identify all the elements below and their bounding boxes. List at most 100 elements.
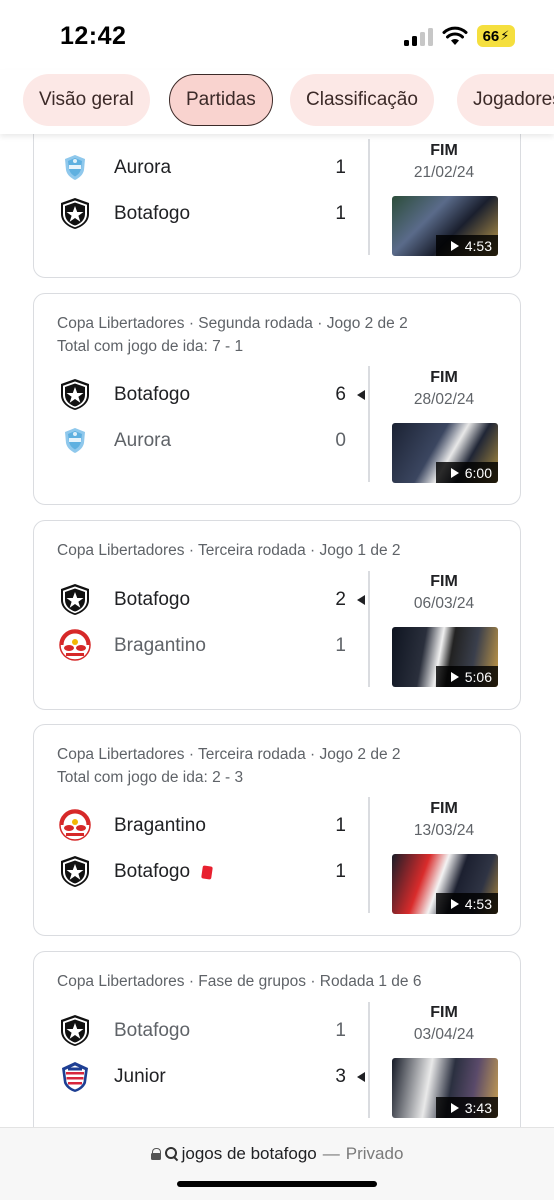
play-icon	[450, 240, 459, 251]
address-field[interactable]: jogos de botafogo — Privado	[0, 1144, 554, 1164]
tab-bar: Visão geral Partidas Classificação Jogad…	[0, 70, 554, 134]
tab-visao-geral[interactable]: Visão geral	[23, 74, 150, 126]
lock-icon	[150, 1148, 162, 1160]
aggregate-score: Total com jogo de ida: 2 - 3	[57, 769, 244, 786]
video-duration: 4:53	[436, 893, 498, 914]
team-score: 0	[335, 430, 346, 451]
team-score: 3	[335, 1066, 346, 1087]
team-score: 1	[335, 1020, 346, 1041]
match-date: 28/02/24	[413, 391, 475, 408]
clock: 12:42	[60, 22, 127, 50]
play-icon	[450, 1102, 459, 1113]
match-card[interactable]: Aurora 1 Botafogo 1 FIM 21/02/24 4:53	[33, 112, 521, 278]
match-status: FIM	[430, 142, 458, 159]
highlights-thumbnail[interactable]: 6:00	[392, 423, 498, 483]
duration-text: 6:00	[464, 464, 492, 481]
botafogo-logo-icon	[58, 854, 92, 888]
team-name: Botafogo	[114, 384, 191, 405]
home-indicator[interactable]	[177, 1181, 377, 1187]
botafogo-logo-icon	[58, 377, 92, 411]
divider	[368, 797, 370, 913]
video-duration: 3:43	[436, 1097, 498, 1118]
botafogo-logo-icon	[58, 582, 92, 616]
divider	[368, 139, 370, 255]
team-score: 1	[335, 861, 346, 882]
tab-classificacao[interactable]: Classificação	[290, 74, 434, 126]
match-card[interactable]: Copa Libertadores · Segunda rodada · Jog…	[33, 293, 521, 505]
match-header: Copa Libertadores · Fase de grupos · Rod…	[57, 973, 422, 990]
team-name: Junior	[114, 1066, 166, 1087]
match-header: Copa Libertadores · Segunda rodada · Jog…	[57, 315, 408, 332]
status-bar: 12:42 66 ⚡	[0, 0, 554, 70]
team-name: Botafogo	[114, 1020, 191, 1041]
search-query: jogos de botafogo	[181, 1144, 317, 1163]
highlights-thumbnail[interactable]: 3:43	[392, 1058, 498, 1118]
video-duration: 4:53	[436, 235, 498, 256]
match-status: FIM	[430, 573, 458, 590]
search-icon	[164, 1147, 179, 1161]
botafogo-logo-icon	[58, 1013, 92, 1047]
team-score: 1	[335, 635, 346, 656]
play-icon	[450, 467, 459, 478]
team-name: Bragantino	[114, 635, 206, 656]
divider	[368, 1002, 370, 1118]
team-name-with-card: Botafogo	[114, 860, 213, 884]
tab-partidas[interactable]: Partidas	[169, 74, 273, 126]
botafogo-logo-icon	[58, 196, 92, 230]
team-name: Botafogo	[114, 203, 191, 224]
charging-bolt-icon: ⚡	[500, 28, 510, 43]
highlights-thumbnail[interactable]: 4:53	[392, 854, 498, 914]
winner-indicator-icon	[357, 390, 365, 400]
play-icon	[450, 898, 459, 909]
bragantino-logo-icon	[58, 808, 92, 842]
duration-text: 4:53	[464, 895, 492, 912]
team-name: Aurora	[114, 430, 172, 451]
team-score: 1	[335, 203, 346, 224]
aurora-logo-icon	[58, 150, 92, 184]
duration-text: 4:53	[464, 237, 492, 254]
match-date: 03/04/24	[413, 1026, 475, 1043]
aggregate-score: Total com jogo de ida: 7 - 1	[57, 338, 244, 355]
winner-indicator-icon	[357, 1072, 365, 1082]
team-name: Aurora	[114, 157, 172, 178]
battery-level: 66	[482, 27, 500, 45]
match-status: FIM	[430, 800, 458, 817]
team-score: 1	[335, 157, 346, 178]
duration-text: 5:06	[464, 668, 492, 685]
wifi-icon	[442, 26, 468, 45]
match-header: Copa Libertadores · Terceira rodada · Jo…	[57, 746, 401, 763]
battery-icon: 66 ⚡	[477, 25, 515, 47]
divider	[368, 571, 370, 687]
match-status: FIM	[430, 369, 458, 386]
match-date: 21/02/24	[413, 164, 475, 181]
team-score: 6	[335, 384, 346, 405]
match-date: 06/03/24	[413, 595, 475, 612]
match-card[interactable]: Copa Libertadores · Terceira rodada · Jo…	[33, 520, 521, 710]
aurora-logo-icon	[58, 423, 92, 457]
private-mode-label: Privado	[345, 1144, 404, 1163]
match-date: 13/03/24	[413, 822, 475, 839]
separator: —	[322, 1144, 340, 1163]
bragantino-logo-icon	[58, 628, 92, 662]
cellular-signal-icon	[404, 28, 434, 46]
team-name: Botafogo	[114, 589, 191, 610]
video-duration: 5:06	[436, 666, 498, 687]
match-header: Copa Libertadores · Terceira rodada · Jo…	[57, 542, 401, 559]
match-status: FIM	[430, 1004, 458, 1021]
divider	[368, 366, 370, 482]
team-name: Bragantino	[114, 815, 206, 836]
duration-text: 3:43	[464, 1099, 492, 1116]
tab-jogadores[interactable]: Jogadores	[457, 74, 554, 126]
highlights-thumbnail[interactable]: 5:06	[392, 627, 498, 687]
video-duration: 6:00	[436, 462, 498, 483]
team-name: Botafogo	[114, 861, 191, 882]
red-card-icon	[201, 864, 213, 880]
junior-logo-icon	[58, 1059, 92, 1093]
winner-indicator-icon	[357, 595, 365, 605]
team-score: 1	[335, 815, 346, 836]
browser-address-bar[interactable]: jogos de botafogo — Privado	[0, 1127, 554, 1200]
team-score: 2	[335, 589, 346, 610]
highlights-thumbnail[interactable]: 4:53	[392, 196, 498, 256]
match-card[interactable]: Copa Libertadores · Terceira rodada · Jo…	[33, 724, 521, 936]
play-icon	[450, 671, 459, 682]
